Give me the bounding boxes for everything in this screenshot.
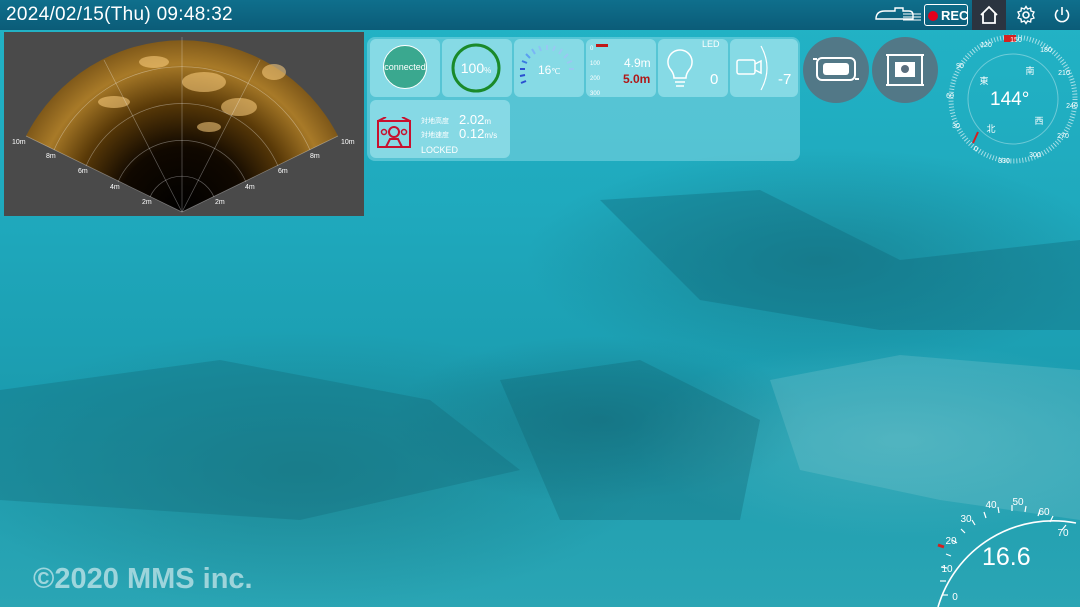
compass-west: 西: [1034, 116, 1043, 127]
depth-scale-tick: 300: [590, 91, 601, 97]
camera-tilt-value: -7: [778, 71, 792, 88]
copyright-watermark: ©2020 MMS inc.: [33, 563, 253, 595]
lock-status: LOCKED: [421, 145, 459, 155]
rov-rear-icon: [886, 54, 924, 86]
sonar-range-label: 4m: [245, 184, 255, 191]
compass-tick: 60: [946, 93, 954, 100]
compass-tick: 90: [956, 63, 964, 70]
battery-unit: %: [484, 66, 492, 75]
depth-scale-tick: 200: [590, 76, 601, 82]
altitude-value: 2.02: [459, 112, 485, 127]
record-label: REC: [941, 8, 969, 23]
compass-tick: 30: [952, 123, 960, 130]
datetime: 2024/02/15(Thu) 09:48:32: [6, 4, 233, 25]
record-button[interactable]: REC: [924, 4, 968, 26]
compass-tick: 0: [974, 146, 978, 153]
speed-tick: 40: [985, 500, 997, 511]
altitude-unit: m: [484, 117, 491, 126]
depth-current: 4.9m: [624, 56, 651, 70]
sonar-range-label: 10m: [12, 139, 26, 146]
compass-tick: 300: [1029, 152, 1041, 159]
temperature-unit: ℃: [551, 67, 561, 76]
rov-front-icon: [813, 57, 859, 81]
connection-status: connected: [383, 45, 427, 89]
rear-camera-button[interactable]: [872, 37, 938, 103]
battery-value: 100%: [450, 60, 502, 76]
power-button[interactable]: [1045, 0, 1079, 30]
compass-tick: 150: [1010, 37, 1022, 44]
sonar-range-label: 8m: [310, 153, 320, 160]
speed-tick: 10: [941, 564, 953, 575]
speed-tick: 0: [952, 592, 958, 603]
camera-view: 2024/02/15(Thu) 09:48:32 REC 2m 2m 4m 4m…: [0, 0, 1080, 607]
compass-south: 南: [1025, 65, 1034, 77]
altitude-reading: 2.02m: [459, 112, 491, 127]
battery-percent: 100: [460, 60, 485, 76]
compass-tick: 180: [1040, 47, 1052, 54]
ground-speed-value: 0.12: [459, 126, 485, 141]
lightbulb-icon: [667, 49, 693, 87]
temperature-number: 16: [538, 63, 552, 77]
compass-north: 北: [986, 124, 995, 135]
home-icon: [980, 5, 998, 24]
depth-limit: 5.0m: [623, 72, 651, 86]
sonar-range-label: 4m: [110, 184, 120, 191]
speed-tick: 70: [1057, 528, 1069, 539]
speed-tick: 30: [960, 514, 972, 525]
temperature-value: 16℃: [538, 63, 560, 77]
speed-value: 16.6: [982, 543, 1031, 571]
ground-speed-unit: m/s: [484, 131, 498, 140]
ground-speed-label: 対地速度: [421, 132, 449, 139]
sonar-range-label: 2m: [142, 199, 152, 206]
connection-label: connected: [384, 62, 426, 72]
led-label: LED: [702, 39, 720, 49]
power-icon: [1054, 7, 1070, 23]
compass-tick: 120: [980, 42, 992, 49]
ground-speed-reading: 0.12m/s: [459, 126, 497, 141]
sonar-range-label: 10m: [341, 139, 355, 146]
altitude-label: 対地高度: [421, 118, 449, 125]
depth-scale: 0 100 200 300: [590, 42, 600, 102]
lock-frame-icon: [377, 117, 411, 148]
settings-button[interactable]: [1009, 0, 1043, 30]
top-bar: 2024/02/15(Thu) 09:48:32 REC: [0, 0, 1080, 30]
compass-tick: 330: [998, 158, 1010, 165]
speed-tick: 60: [1038, 507, 1050, 518]
led-value: 0: [710, 71, 719, 88]
speed-tick: 50: [1012, 497, 1024, 508]
depth-scale-tick: 100: [590, 61, 601, 67]
compass-east: 東: [979, 75, 988, 87]
compass-tick: 240: [1066, 103, 1078, 110]
front-camera-button[interactable]: [803, 37, 869, 103]
sonar-range-label: 6m: [78, 168, 88, 175]
rov-icon: [875, 7, 921, 21]
sonar-display: 2m 2m 4m 4m 6m 6m 8m 8m 10m 10m: [4, 32, 364, 216]
gear-icon: [1017, 5, 1035, 25]
sonar-range-label: 8m: [46, 153, 56, 160]
compass-tick: 210: [1058, 70, 1070, 77]
compass-tick: 270: [1057, 133, 1069, 140]
compass-heading: 144°: [990, 89, 1030, 110]
camera-tilt-icon: [736, 45, 768, 91]
sonar-range-label: 2m: [215, 199, 225, 206]
sonar-range-label: 6m: [278, 168, 288, 175]
record-dot-icon: [928, 11, 938, 21]
home-button[interactable]: [972, 0, 1006, 30]
depth-marker: [596, 44, 608, 47]
